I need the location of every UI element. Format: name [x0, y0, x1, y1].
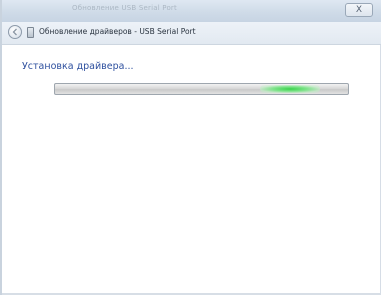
install-progress-bar: [54, 83, 349, 95]
back-button[interactable]: [8, 25, 22, 39]
usb-device-icon: [27, 27, 34, 38]
progress-indicator: [260, 85, 320, 93]
install-status-text: Установка драйвера...: [22, 61, 134, 72]
close-icon: X: [355, 5, 363, 15]
wizard-header: Обновление драйверов - USB Serial Port: [2, 22, 381, 45]
window-title: Обновление USB Serial Port: [72, 4, 177, 12]
title-bar: Обновление USB Serial Port X: [2, 0, 381, 22]
close-button[interactable]: X: [345, 3, 373, 17]
wizard-title: Обновление драйверов - USB Serial Port: [39, 27, 196, 36]
driver-install-window: Обновление USB Serial Port X Обновление …: [0, 0, 381, 295]
back-arrow-icon: [12, 28, 17, 36]
